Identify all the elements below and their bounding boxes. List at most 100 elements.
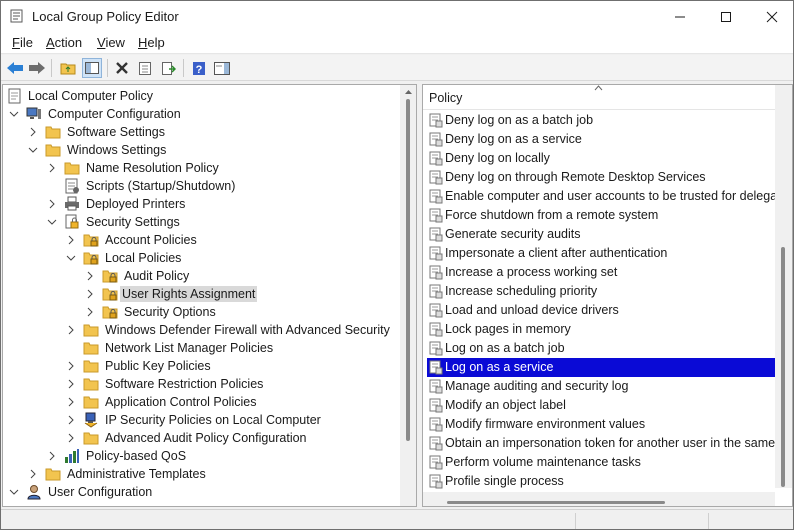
policy-column-header[interactable]: Policy [423, 85, 775, 110]
policy-row[interactable]: Lock pages in memory [427, 320, 776, 339]
tree-label: Windows Settings [67, 143, 167, 157]
help-icon: ? [193, 61, 205, 76]
policy-setting-icon [429, 113, 443, 128]
tree-label: User Configuration [48, 485, 153, 499]
toolbar: ? [1, 55, 793, 81]
policy-row[interactable]: Impersonate a client after authenticatio… [427, 244, 776, 263]
tree-item-user-configuration[interactable]: User Configuration [3, 483, 403, 501]
policy-label: Deny log on through Remote Desktop Servi… [445, 170, 706, 184]
list-vertical-scrollbar[interactable] [775, 85, 792, 488]
tree-item-security-settings[interactable]: Security Settings [3, 213, 403, 231]
policy-row[interactable]: Load and unload device drivers [427, 301, 776, 320]
user-icon [27, 485, 41, 500]
policy-document-icon [8, 88, 21, 104]
policy-setting-icon [429, 284, 443, 299]
tree-item-security-options[interactable]: Security Options [3, 303, 403, 321]
tree-item-policy-based-qos[interactable]: Policy-based QoS [3, 447, 403, 465]
tree-item-administrative-templates[interactable]: Administrative Templates [3, 465, 403, 483]
tree-item-software-restriction-policies[interactable]: Software Restriction Policies [3, 375, 403, 393]
forward-button[interactable] [27, 58, 47, 78]
menu-help[interactable]: Help [138, 35, 165, 50]
menu-action[interactable]: Action [46, 35, 82, 50]
policy-row[interactable]: Perform volume maintenance tasks [427, 453, 776, 472]
policy-row[interactable]: Log on as a service [427, 358, 776, 377]
tree-label: Account Policies [105, 233, 197, 247]
policy-row[interactable]: Deny log on as a batch job [427, 111, 776, 130]
status-divider [575, 513, 576, 529]
chevron-right-icon [68, 415, 74, 425]
toolbar-separator [107, 59, 108, 77]
list-scroll-thumb[interactable] [781, 247, 785, 487]
policy-row[interactable]: Increase a process working set [427, 263, 776, 282]
policy-setting-icon [429, 379, 443, 394]
status-bar [1, 509, 793, 529]
tree-label: Software Settings [67, 125, 165, 139]
tree-item-user-rights-assignment[interactable]: User Rights Assignment [3, 285, 403, 303]
tree-item-windows-defender-firewall[interactable]: Windows Defender Firewall with Advanced … [3, 321, 403, 339]
chevron-right-icon [30, 469, 36, 479]
tree-item-application-control-policies[interactable]: Application Control Policies [3, 393, 403, 411]
console-tree-pane[interactable]: Local Computer Policy Computer Configura… [2, 84, 417, 507]
toolbar-separator [51, 59, 52, 77]
tree-item-local-policies[interactable]: Local Policies [3, 249, 403, 267]
tree-item-ip-security-policies[interactable]: IP Security Policies on Local Computer [3, 411, 403, 429]
tree-item-windows-settings[interactable]: Windows Settings [3, 141, 403, 159]
policy-row[interactable]: Manage auditing and security log [427, 377, 776, 396]
policy-row[interactable]: Profile single process [427, 472, 776, 491]
tree-item-audit-policy[interactable]: Audit Policy [3, 267, 403, 285]
tree-label: Public Key Policies [105, 359, 211, 373]
policy-label: Profile single process [445, 474, 564, 488]
tree-item-advanced-audit-policy[interactable]: Advanced Audit Policy Configuration [3, 429, 403, 447]
back-button[interactable] [5, 58, 25, 78]
tree-item-account-policies[interactable]: Account Policies [3, 231, 403, 249]
policy-row[interactable]: Generate security audits [427, 225, 776, 244]
close-button[interactable] [749, 1, 793, 32]
maximize-button[interactable] [703, 1, 749, 32]
chevron-right-icon [49, 451, 55, 461]
policy-label: Lock pages in memory [445, 322, 571, 336]
minimize-button[interactable] [657, 1, 703, 32]
policy-row[interactable]: Obtain an impersonation token for anothe… [427, 434, 776, 453]
policy-label: Impersonate a client after authenticatio… [445, 246, 668, 260]
computer-icon [26, 107, 41, 119]
tree-scroll-thumb[interactable] [406, 99, 410, 441]
tree-item-deployed-printers[interactable]: Deployed Printers [3, 195, 403, 213]
policy-row[interactable]: Deny log on as a service [427, 130, 776, 149]
policy-setting-icon [429, 151, 443, 166]
tree-item-local-computer-policy[interactable]: Local Computer Policy [3, 87, 403, 105]
window-title: Local Group Policy Editor [32, 9, 179, 24]
policy-row[interactable]: Log on as a batch job [427, 339, 776, 358]
export-list-button[interactable] [158, 58, 178, 78]
policy-row[interactable]: Modify an object label [427, 396, 776, 415]
policy-row[interactable]: Deny log on through Remote Desktop Servi… [427, 168, 776, 187]
policy-row[interactable]: Increase scheduling priority [427, 282, 776, 301]
folder-icon [45, 126, 61, 139]
up-one-level-button[interactable] [58, 58, 78, 78]
tree-item-scripts[interactable]: Scripts (Startup/Shutdown) [3, 177, 403, 195]
show-hide-action-pane-button[interactable] [212, 58, 232, 78]
toolbar-separator [183, 59, 184, 77]
help-button[interactable]: ? [189, 58, 209, 78]
tree-vertical-scrollbar[interactable] [400, 85, 416, 506]
policy-row[interactable]: Deny log on locally [427, 149, 776, 168]
policy-row[interactable]: Enable computer and user accounts to be … [427, 187, 776, 206]
menu-file[interactable]: File [12, 35, 33, 50]
list-hscroll-thumb[interactable] [447, 501, 665, 504]
properties-button[interactable] [135, 58, 155, 78]
tree-item-public-key-policies[interactable]: Public Key Policies [3, 357, 403, 375]
chevron-right-icon [87, 271, 93, 281]
delete-button[interactable] [112, 58, 132, 78]
menu-view[interactable]: View [97, 35, 125, 50]
list-horizontal-scrollbar[interactable] [423, 492, 775, 506]
policy-list-pane[interactable]: Policy Deny log on as a batch job Deny lo… [422, 84, 793, 507]
tree-label: Deployed Printers [86, 197, 186, 211]
policy-row[interactable]: Force shutdown from a remote system [427, 206, 776, 225]
show-hide-tree-button[interactable] [82, 58, 102, 78]
tree-item-computer-configuration[interactable]: Computer Configuration [3, 105, 403, 123]
tree-item-name-resolution-policy[interactable]: Name Resolution Policy [3, 159, 403, 177]
tree-item-software-settings[interactable]: Software Settings [3, 123, 403, 141]
policy-row[interactable]: Modify firmware environment values [427, 415, 776, 434]
tree-item-network-list-manager[interactable]: Network List Manager Policies [3, 339, 403, 357]
folder-icon [45, 468, 61, 481]
policy-label: Load and unload device drivers [445, 303, 619, 317]
